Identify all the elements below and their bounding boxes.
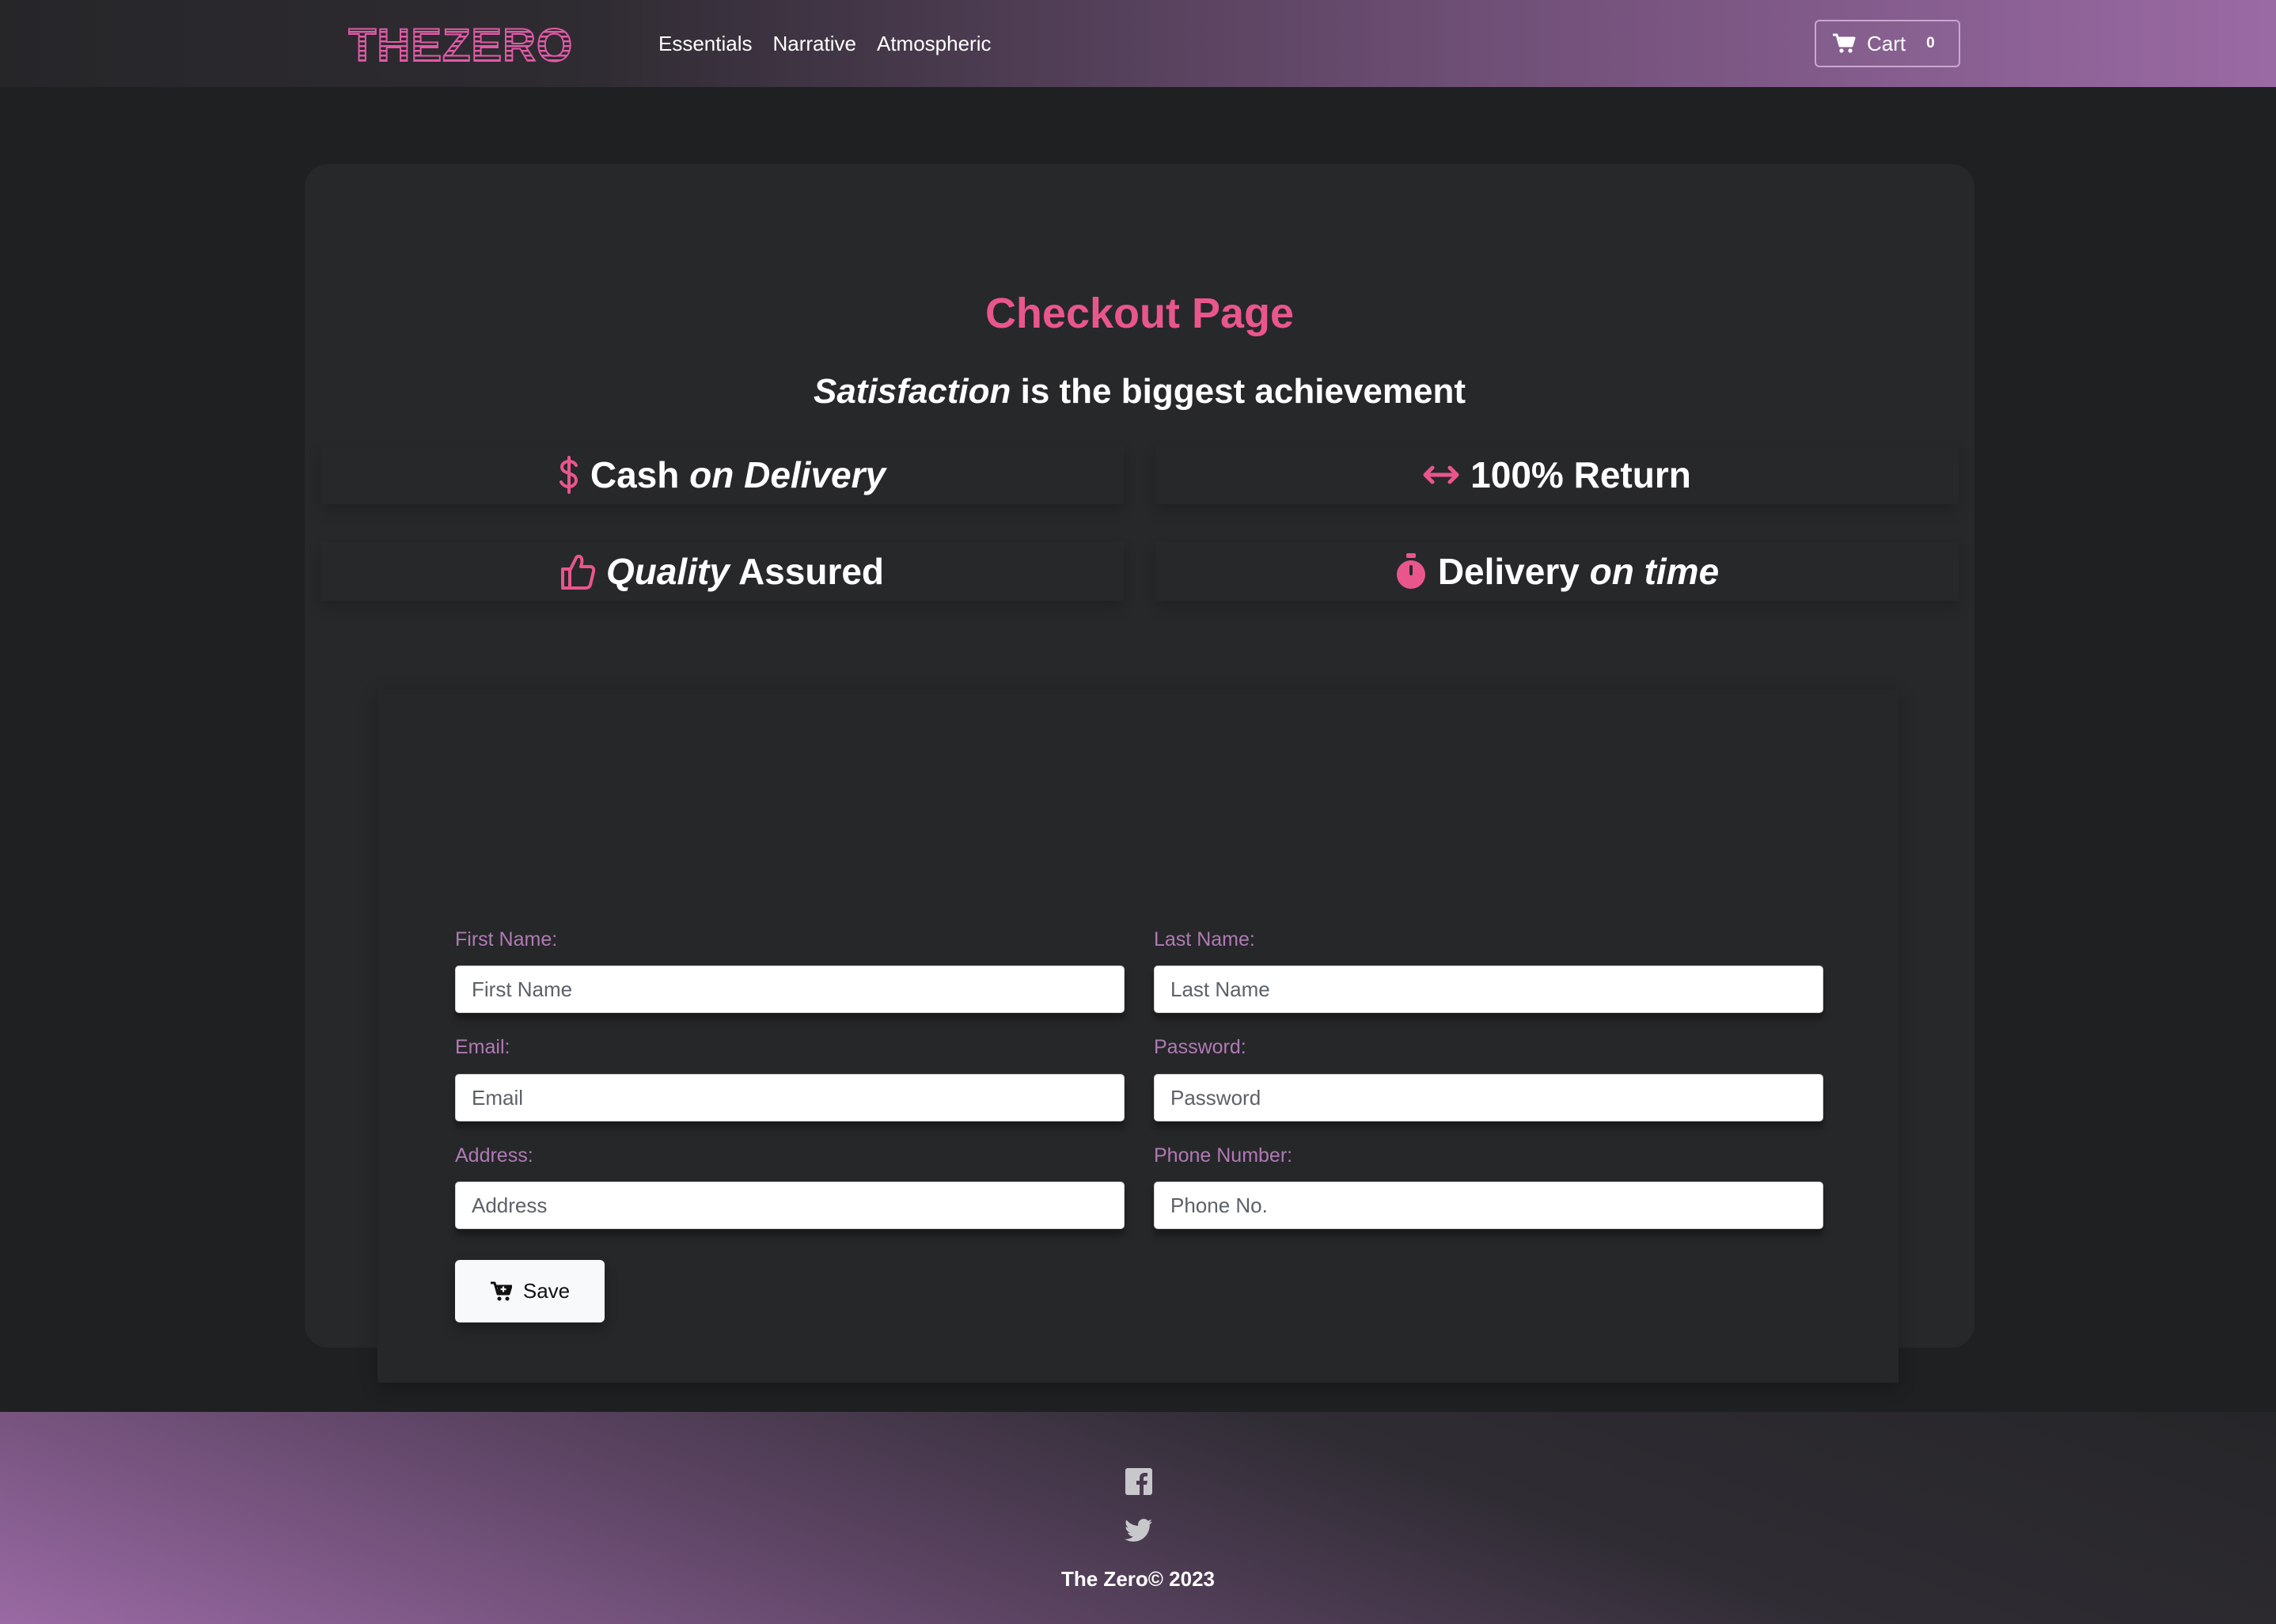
feature-text-b: Assured	[729, 551, 885, 592]
thumbs-up-icon	[560, 552, 595, 590]
logo-graphic: THEZERO	[348, 21, 573, 66]
nav-link-narrative[interactable]: Narrative	[773, 32, 856, 56]
last-name-label: Last Name:	[1154, 928, 1255, 950]
email-input[interactable]	[455, 1074, 1125, 1121]
feature-text: Cash on Delivery	[590, 453, 886, 496]
copyright: The Zero© 2023	[1060, 1567, 1215, 1591]
feature-text: Quality Assured	[606, 550, 884, 593]
page: THEZERO Essentials Narrative Atmospheric…	[0, 0, 2276, 1624]
tagline-emphasis: Satisfaction	[813, 372, 1011, 411]
feature-text-em: Quality	[605, 551, 730, 592]
phone-label: Phone Number:	[1154, 1144, 1293, 1167]
first-name-label: First Name:	[455, 928, 558, 950]
main-nav: Essentials Narrative Atmospheric	[658, 0, 991, 87]
password-label: Password:	[1154, 1036, 1246, 1058]
page-title: Checkout Page	[984, 290, 1295, 337]
cart-count-badge: 0	[1926, 35, 1935, 51]
feature-text-a: Delivery	[1437, 551, 1590, 592]
svg-text:THEZERO: THEZERO	[348, 21, 573, 66]
phone-input[interactable]	[1154, 1182, 1823, 1229]
arrows-horizontal-icon	[1423, 463, 1459, 487]
cart-plus-icon	[490, 1281, 512, 1302]
feature-text-a: Cash	[590, 454, 690, 495]
feature-100-return: 100% Return	[1155, 446, 1959, 504]
address-input[interactable]	[455, 1182, 1125, 1229]
save-label: Save	[522, 1279, 571, 1303]
feature-text-em: on time	[1589, 551, 1720, 592]
last-name-input[interactable]	[1154, 966, 1823, 1013]
feature-cash-on-delivery: Cash on Delivery	[321, 446, 1124, 504]
nav-link-essentials[interactable]: Essentials	[658, 32, 753, 56]
nav-link-atmospheric[interactable]: Atmospheric	[877, 32, 992, 56]
navbar: THEZERO Essentials Narrative Atmospheric…	[0, 0, 2276, 87]
feature-text-em: on Delivery	[689, 454, 886, 495]
cart-label: Cart	[1867, 31, 1906, 55]
address-label: Address:	[455, 1144, 533, 1167]
tagline-rest: is the biggest achievement	[1011, 372, 1466, 411]
twitter-icon[interactable]	[1125, 1516, 1153, 1545]
email-label: Email:	[455, 1036, 510, 1058]
feature-text: 100% Return	[1470, 454, 1691, 495]
cart-icon	[1832, 33, 1856, 54]
first-name-input[interactable]	[455, 966, 1125, 1013]
password-input[interactable]	[1154, 1074, 1823, 1121]
feature-text: Delivery on time	[1438, 550, 1719, 593]
facebook-icon[interactable]	[1125, 1467, 1153, 1496]
cart-button[interactable]: Cart 0	[1815, 20, 1960, 67]
save-button[interactable]: Save	[455, 1260, 605, 1322]
feature-quality-assured: Quality Assured	[321, 542, 1124, 601]
checkout-form: First Name: Last Name: Email: Password: …	[377, 689, 1899, 1383]
stopwatch-icon	[1395, 552, 1427, 590]
dollar-icon	[559, 456, 579, 494]
checkout-card: Checkout Page Satisfaction is the bigges…	[305, 164, 1974, 1383]
tagline: Satisfaction is the biggest achievement	[305, 372, 1974, 412]
feature-delivery-on-time: Delivery on time	[1155, 542, 1959, 601]
footer: The Zero© 2023	[0, 1412, 2276, 1624]
brand-logo[interactable]: THEZERO	[348, 17, 597, 70]
